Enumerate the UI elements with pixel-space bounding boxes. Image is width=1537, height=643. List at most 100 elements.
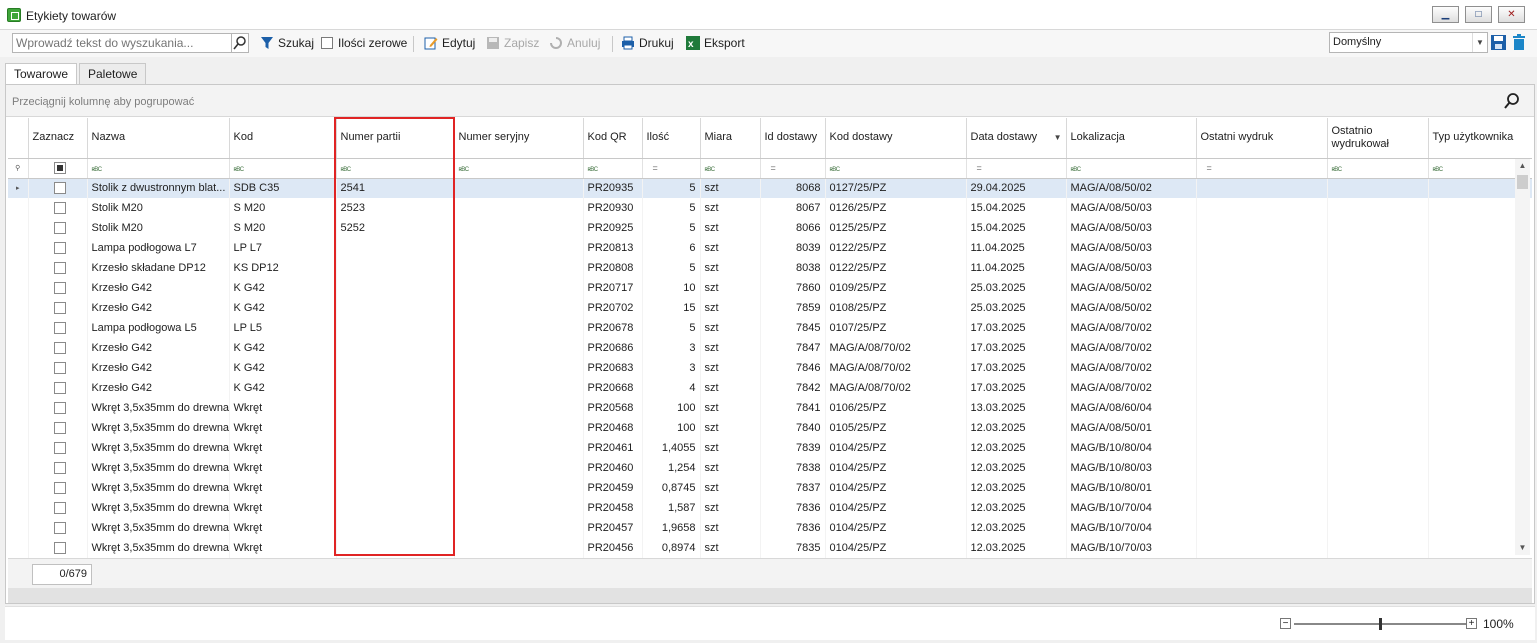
- cell-empty[interactable]: [1196, 198, 1328, 218]
- cell-nazwa[interactable]: Krzesło G42: [87, 338, 230, 358]
- search-input[interactable]: [12, 33, 232, 53]
- cell-data[interactable]: 29.04.2025: [966, 178, 1067, 198]
- row-checkbox[interactable]: [53, 441, 66, 454]
- cell-miara[interactable]: szt: [700, 278, 761, 298]
- cell-empty[interactable]: [1327, 478, 1429, 498]
- column-header[interactable]: Zaznacz: [28, 118, 88, 159]
- cell-seryjny[interactable]: [454, 178, 584, 198]
- filter-cell[interactable]: ʀBC: [825, 158, 967, 179]
- cell-data[interactable]: 15.04.2025: [966, 218, 1067, 238]
- row-checkbox-cell[interactable]: [28, 178, 88, 198]
- cell-data[interactable]: 12.03.2025: [966, 538, 1067, 558]
- cell-lokalizacja[interactable]: MAG/A/08/50/02: [1066, 278, 1197, 298]
- scroll-thumb[interactable]: [1517, 175, 1528, 189]
- close-button[interactable]: ✕: [1498, 6, 1525, 23]
- table-row[interactable]: Wkręt 3,5x35mm do drewna Wkręt PR20461 1,40…: [8, 438, 1532, 458]
- cell-miara[interactable]: szt: [700, 298, 761, 318]
- cell-seryjny[interactable]: [454, 518, 584, 538]
- cell-nazwa[interactable]: Krzesło G42: [87, 278, 230, 298]
- filter-cell[interactable]: ʀBC: [1066, 158, 1197, 179]
- cell-nazwa[interactable]: Wkręt 3,5x35mm do drewna: [87, 518, 230, 538]
- cell-seryjny[interactable]: [454, 278, 584, 298]
- cell-data[interactable]: 25.03.2025: [966, 298, 1067, 318]
- cell-empty[interactable]: [1196, 498, 1328, 518]
- cell-data[interactable]: 11.04.2025: [966, 238, 1067, 258]
- cell-data[interactable]: 25.03.2025: [966, 278, 1067, 298]
- filter-cell[interactable]: =: [966, 158, 1067, 179]
- cell-empty[interactable]: [1196, 458, 1328, 478]
- cell-miara[interactable]: szt: [700, 518, 761, 538]
- cell-empty[interactable]: [1327, 398, 1429, 418]
- cell-empty[interactable]: [1196, 298, 1328, 318]
- cell-id[interactable]: 8038: [760, 258, 826, 278]
- cell-ilosc[interactable]: 4: [642, 378, 701, 398]
- cell-lokalizacja[interactable]: MAG/A/08/50/03: [1066, 258, 1197, 278]
- cell-lokalizacja[interactable]: MAG/A/08/70/02: [1066, 358, 1197, 378]
- cell-qr[interactable]: PR20461: [583, 438, 643, 458]
- cell-seryjny[interactable]: [454, 538, 584, 558]
- cell-qr[interactable]: PR20935: [583, 178, 643, 198]
- cell-lokalizacja[interactable]: MAG/B/10/80/04: [1066, 438, 1197, 458]
- cell-nazwa[interactable]: Wkręt 3,5x35mm do drewna: [87, 398, 230, 418]
- cell-lokalizacja[interactable]: MAG/A/08/50/01: [1066, 418, 1197, 438]
- cell-kod[interactable]: Wkręt: [229, 398, 337, 418]
- cell-empty[interactable]: [1327, 498, 1429, 518]
- ilosci-zerowe-checkbox[interactable]: Ilości zerowe: [321, 35, 407, 53]
- cell-kod[interactable]: K G42: [229, 298, 337, 318]
- scroll-up-icon[interactable]: ▲: [1515, 159, 1530, 173]
- cell-empty[interactable]: [1196, 238, 1328, 258]
- cell-empty[interactable]: [1196, 478, 1328, 498]
- table-row[interactable]: Krzesło G42 K G42 PR20683 3 szt 7846 MAG/A/08/…: [8, 358, 1532, 378]
- cell-lokalizacja[interactable]: MAG/B/10/80/03: [1066, 458, 1197, 478]
- row-checkbox[interactable]: [53, 381, 66, 394]
- trash-icon[interactable]: [1512, 34, 1526, 51]
- cell-data[interactable]: 12.03.2025: [966, 498, 1067, 518]
- cell-seryjny[interactable]: [454, 258, 584, 278]
- cell-miara[interactable]: szt: [700, 438, 761, 458]
- row-checkbox[interactable]: [53, 461, 66, 474]
- cell-nazwa[interactable]: Lampa podłogowa L5: [87, 318, 230, 338]
- column-header[interactable]: Kod: [229, 118, 337, 159]
- cell-seryjny[interactable]: [454, 238, 584, 258]
- cell-empty[interactable]: [1327, 518, 1429, 538]
- cell-empty[interactable]: [1327, 378, 1429, 398]
- cell-kod-dostawy[interactable]: 0104/25/PZ: [825, 518, 967, 538]
- cell-id[interactable]: 7859: [760, 298, 826, 318]
- cell-seryjny[interactable]: [454, 418, 584, 438]
- cell-ilosc[interactable]: 100: [642, 418, 701, 438]
- zoom-slider-thumb[interactable]: [1379, 618, 1382, 630]
- cell-data[interactable]: 12.03.2025: [966, 518, 1067, 538]
- row-checkbox-cell[interactable]: [28, 198, 88, 218]
- cell-id[interactable]: 7835: [760, 538, 826, 558]
- cell-ilosc[interactable]: 1,4055: [642, 438, 701, 458]
- table-row[interactable]: Stolik M20 S M20 5252 PR20925 5 szt 8066 0125/2…: [8, 218, 1532, 238]
- cell-lokalizacja[interactable]: MAG/B/10/70/04: [1066, 518, 1197, 538]
- cell-empty[interactable]: [1327, 538, 1429, 558]
- cell-id[interactable]: 7839: [760, 438, 826, 458]
- table-row[interactable]: Krzesło G42 K G42 PR20668 4 szt 7842 MAG/A/08/…: [8, 378, 1532, 398]
- cell-kod-dostawy[interactable]: 0105/25/PZ: [825, 418, 967, 438]
- table-row[interactable]: Lampa podłogowa L7 LP L7 PR20813 6 szt 8039 01…: [8, 238, 1532, 258]
- cell-seryjny[interactable]: [454, 478, 584, 498]
- cell-data[interactable]: 12.03.2025: [966, 418, 1067, 438]
- row-checkbox-cell[interactable]: [28, 398, 88, 418]
- zapisz-button[interactable]: Zapisz: [486, 35, 539, 53]
- column-header[interactable]: Kod dostawy: [825, 118, 967, 159]
- cell-qr[interactable]: PR20686: [583, 338, 643, 358]
- cell-nazwa[interactable]: Wkręt 3,5x35mm do drewna: [87, 438, 230, 458]
- cell-id[interactable]: 7846: [760, 358, 826, 378]
- cell-kod[interactable]: Wkręt: [229, 538, 337, 558]
- table-row[interactable]: Wkręt 3,5x35mm do drewna Wkręt PR20456 0,89…: [8, 538, 1532, 558]
- group-panel[interactable]: Przeciągnij kolumnę aby pogrupować: [6, 85, 1534, 117]
- row-checkbox[interactable]: [53, 421, 66, 434]
- cell-nazwa[interactable]: Krzesło G42: [87, 378, 230, 398]
- cell-miara[interactable]: szt: [700, 398, 761, 418]
- cell-kod-dostawy[interactable]: 0104/25/PZ: [825, 498, 967, 518]
- cell-empty[interactable]: [1196, 178, 1328, 198]
- cell-nazwa[interactable]: Lampa podłogowa L7: [87, 238, 230, 258]
- cell-empty[interactable]: [1196, 258, 1328, 278]
- cell-empty[interactable]: [1327, 238, 1429, 258]
- cell-id[interactable]: 8039: [760, 238, 826, 258]
- row-checkbox-cell[interactable]: [28, 378, 88, 398]
- cell-qr[interactable]: PR20458: [583, 498, 643, 518]
